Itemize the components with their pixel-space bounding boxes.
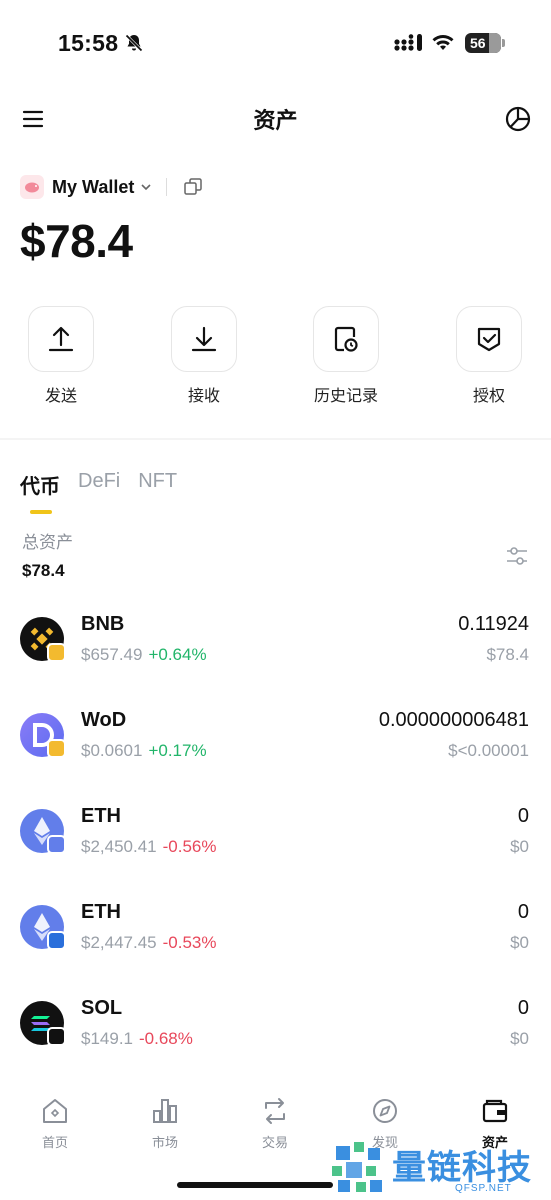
bnb-chain-badge-icon (47, 739, 66, 758)
token-price: $2,447.45 -0.53% (81, 933, 217, 952)
swap-icon (265, 1098, 285, 1124)
total-balance: $78.4 (20, 215, 133, 267)
status-bar: 15:58 56 (0, 0, 551, 88)
send-label: 发送 (44, 388, 77, 405)
battery-tip (502, 39, 505, 47)
asset-tabs: 代币 DeFi NFT (20, 470, 177, 514)
token-amount: 0.11924 (458, 613, 529, 635)
chevron-down-icon[interactable] (140, 181, 152, 193)
battery-indicator: 56 (465, 33, 501, 53)
authorize-label: 授权 (472, 388, 505, 405)
token-value: $78.4 (486, 645, 529, 664)
token-change: -0.56% (162, 837, 217, 856)
receive-label: 接收 (187, 388, 220, 405)
token-row-eth-base[interactable]: ETH $2,447.45 -0.53% 0 $0 (0, 883, 551, 979)
history-button[interactable]: 历史记录 (291, 306, 401, 406)
upload-icon (48, 326, 74, 352)
nav-market-label: 市场 (151, 1135, 178, 1150)
token-amount: 0 (517, 805, 529, 827)
token-amount: 0 (517, 997, 529, 1019)
tab-active-indicator (30, 510, 52, 514)
page-title: 资产 (253, 108, 298, 133)
token-amount: 0.000000006481 (378, 709, 529, 731)
token-symbol: SOL (81, 997, 123, 1019)
token-change: +0.64% (148, 645, 207, 664)
wallet-avatar (20, 175, 44, 199)
token-row-eth[interactable]: ETH $2,450.41 -0.56% 0 $0 (0, 787, 551, 883)
token-price: $0.0601 +0.17% (81, 741, 207, 760)
bell-muted-icon (125, 34, 143, 52)
home-indicator (177, 1182, 333, 1188)
token-symbol: BNB (81, 613, 125, 635)
watermark-logo-icon (332, 1142, 382, 1192)
tab-nft[interactable]: NFT (138, 470, 177, 499)
watermark-text: 量链科技 (392, 1149, 532, 1187)
sol-chain-badge-icon (47, 1027, 66, 1046)
authorize-button[interactable]: 授权 (434, 306, 544, 406)
token-row-bnb[interactable]: BNB $657.49 +0.64% 0.11924 $78.4 (0, 595, 551, 691)
watermark-subtext: QFSP.NET (455, 1183, 512, 1194)
token-symbol: ETH (81, 901, 121, 923)
token-price: $2,450.41 -0.56% (81, 837, 217, 856)
download-icon (191, 326, 217, 352)
token-row-sol[interactable]: SOL $149.1 -0.68% 0 $0 (0, 979, 551, 1075)
send-button[interactable]: 发送 (6, 306, 116, 406)
token-row-wod[interactable]: WoD $0.0601 +0.17% 0.000000006481 $<0.000… (0, 691, 551, 787)
piggy-bank-icon (25, 182, 39, 193)
wallet-name[interactable]: My Wallet (52, 177, 134, 198)
token-amount: 0 (517, 901, 529, 923)
nav-home[interactable]: 首页 (0, 1096, 110, 1151)
token-value: $0 (510, 933, 529, 952)
token-price: $149.1 -0.68% (81, 1029, 193, 1048)
section-divider (0, 438, 551, 440)
signal-icon (394, 34, 422, 51)
nav-market[interactable]: 市场 (110, 1096, 220, 1151)
token-symbol: WoD (81, 709, 127, 731)
token-price: $657.49 +0.64% (81, 645, 207, 664)
total-assets-label: 总资产 (22, 533, 73, 552)
nav-header: 资产 (0, 95, 551, 145)
compass-icon (373, 1099, 397, 1123)
nav-home-label: 首页 (41, 1135, 68, 1150)
history-icon (334, 326, 358, 352)
token-change: +0.17% (148, 741, 207, 760)
receive-button[interactable]: 接收 (149, 306, 259, 406)
history-label: 历史记录 (313, 388, 378, 405)
market-chart-icon (153, 1099, 177, 1123)
token-value: $0 (510, 1029, 529, 1048)
wifi-icon (432, 34, 454, 50)
nav-trade[interactable]: 交易 (220, 1096, 330, 1151)
copy-icon[interactable] (183, 177, 203, 197)
bnb-chain-badge-icon (47, 643, 66, 662)
eth-chain-badge-icon (47, 835, 66, 854)
tab-defi[interactable]: DeFi (78, 470, 120, 499)
base-chain-badge-icon (47, 931, 66, 950)
tab-tokens[interactable]: 代币 (20, 470, 60, 499)
wallet-separator (166, 178, 168, 196)
token-list: BNB $657.49 +0.64% 0.11924 $78.4 WoD $0.0… (0, 595, 551, 1075)
home-icon (43, 1099, 67, 1123)
token-change: -0.53% (162, 933, 217, 952)
token-value: $<0.00001 (448, 741, 529, 760)
total-assets-value: $78.4 (22, 561, 65, 580)
token-change: -0.68% (139, 1029, 193, 1048)
filter-settings-icon[interactable] (505, 545, 529, 567)
token-value: $0 (510, 837, 529, 856)
watermark: 量链科技 QFSP.NET (330, 1138, 551, 1200)
shield-check-icon (477, 327, 501, 352)
wallet-icon (482, 1099, 508, 1123)
pie-chart-icon[interactable] (504, 105, 532, 133)
nav-trade-label: 交易 (261, 1135, 288, 1150)
status-time: 15:58 (58, 30, 119, 56)
wallet-selector[interactable]: My Wallet (20, 172, 203, 202)
action-bar: 发送 接收 历史记录 授权 (0, 306, 551, 416)
token-symbol: ETH (81, 805, 121, 827)
